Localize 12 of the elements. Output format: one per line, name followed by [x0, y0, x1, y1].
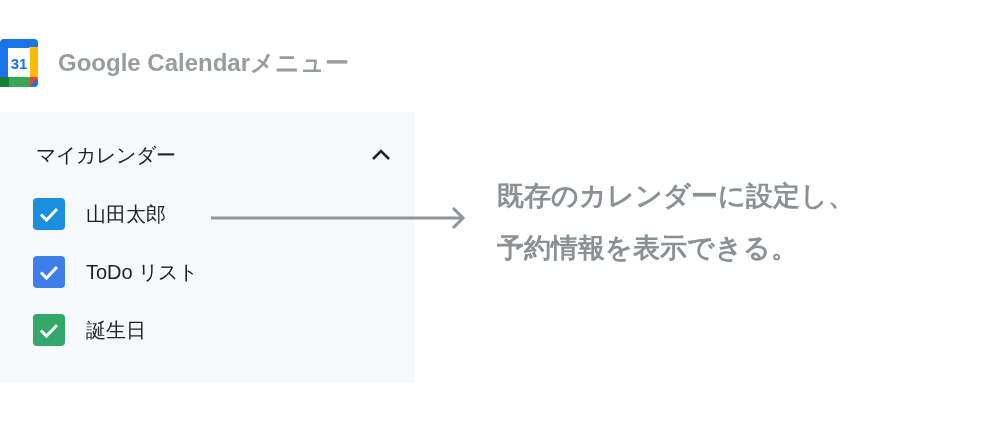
annotation-text: 既存のカレンダーに設定し、: [497, 180, 855, 213]
annotation-text: 予約情報を表示できる。: [497, 232, 799, 265]
checkbox[interactable]: [33, 198, 65, 230]
section-title: マイカレンダー: [36, 142, 176, 168]
app-title: Google Calendarメニュー: [58, 48, 350, 78]
calendar-label: 山田太郎: [86, 201, 166, 227]
checkbox[interactable]: [33, 256, 65, 288]
calendar-label: ToDo リスト: [86, 259, 199, 285]
chevron-icon[interactable]: [371, 149, 391, 161]
calendar-logo-icon: 31: [0, 39, 38, 87]
checkbox[interactable]: [33, 314, 65, 346]
calendar-label: 誕生日: [86, 317, 146, 343]
